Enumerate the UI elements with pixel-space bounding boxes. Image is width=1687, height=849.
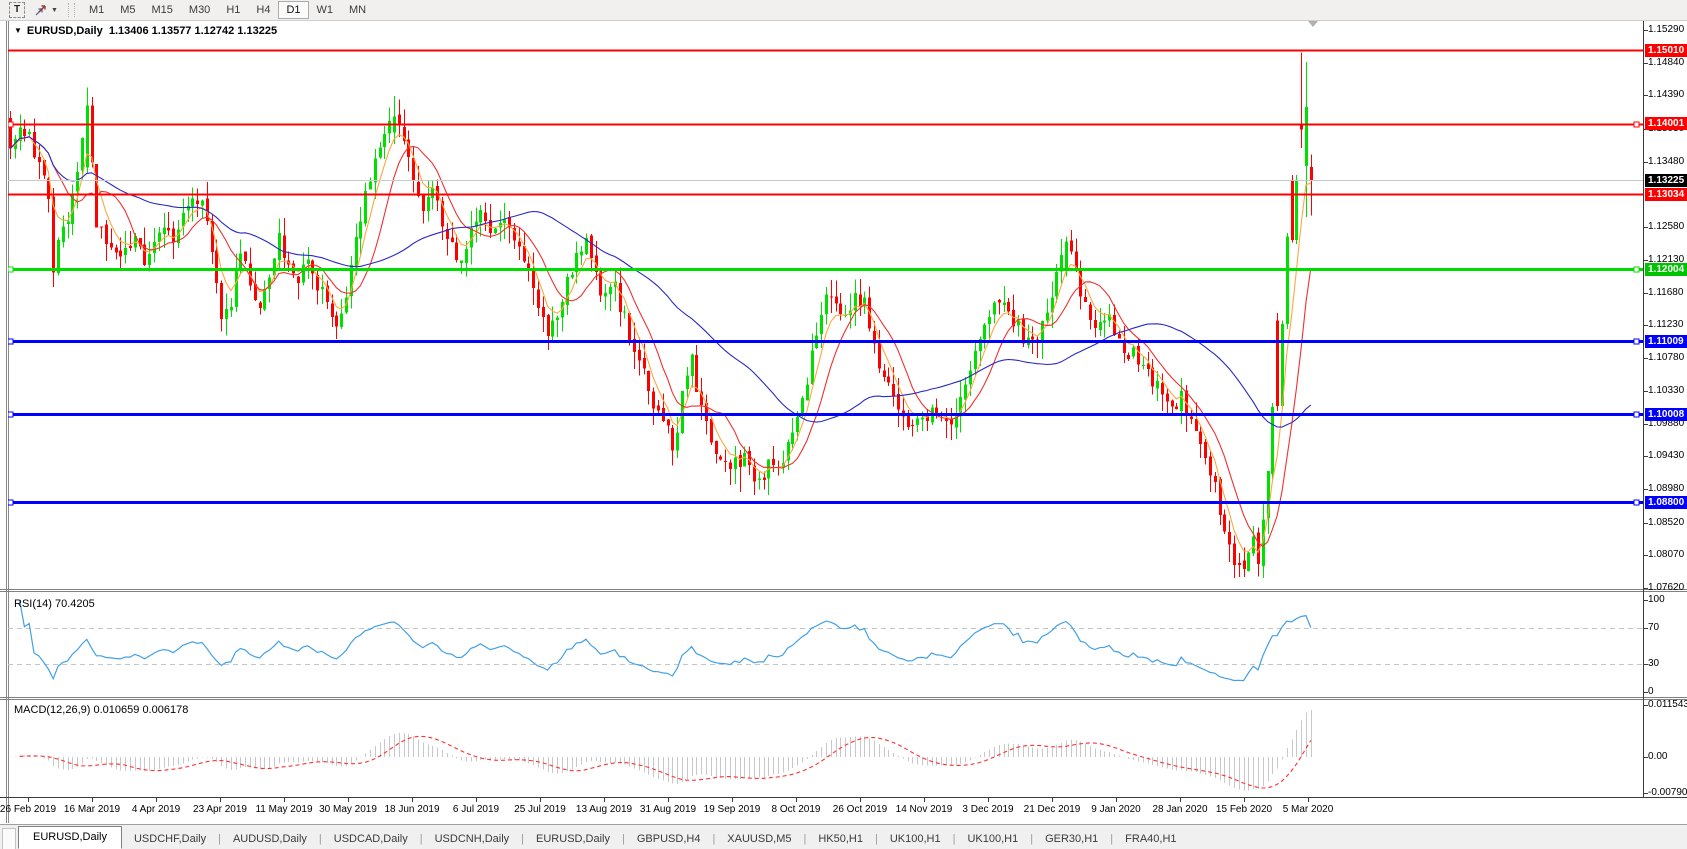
rsi-tick-label: 30 bbox=[1648, 658, 1659, 669]
price-badge-1.10008: 1.10008 bbox=[1645, 408, 1687, 421]
date-label: 30 May 2019 bbox=[319, 804, 377, 815]
timeframe-button-m30[interactable]: M30 bbox=[181, 1, 218, 19]
mt4-window: T ▼ M1M5M15M30H1H4D1W1MN ▼ EURUSD,Daily 1… bbox=[0, 0, 1687, 849]
macd-tick-label: 0.011543 bbox=[1648, 699, 1687, 710]
chart-title: ▼ EURUSD,Daily 1.13406 1.13577 1.12742 1.… bbox=[14, 25, 277, 37]
price-badge-1.14001: 1.14001 bbox=[1645, 117, 1687, 130]
tab-hk50-h1[interactable]: HK50,H1 bbox=[806, 829, 875, 849]
price-tick-label: 1.13480 bbox=[1648, 156, 1684, 167]
tab-eurusd-daily[interactable]: EURUSD,Daily bbox=[18, 826, 122, 849]
date-label: 21 Dec 2019 bbox=[1024, 804, 1081, 815]
rsi-label: RSI(14) 70.4205 bbox=[14, 598, 95, 610]
macd-value-main: 0.010659 bbox=[93, 704, 139, 716]
price-tick-label: 1.08980 bbox=[1648, 483, 1684, 494]
price-tick-label: 1.10780 bbox=[1648, 352, 1684, 363]
price-badge-1.08800: 1.08800 bbox=[1645, 496, 1687, 509]
tab-audusd-daily[interactable]: AUDUSD,Daily bbox=[221, 829, 319, 849]
date-label: 28 Jan 2020 bbox=[1152, 804, 1207, 815]
date-label: 9 Jan 2020 bbox=[1091, 804, 1141, 815]
price-tick-label: 1.08070 bbox=[1648, 549, 1684, 560]
price-badge-1.15010: 1.15010 bbox=[1645, 44, 1687, 57]
date-label: 14 Nov 2019 bbox=[896, 804, 953, 815]
text-tool-button[interactable]: T bbox=[6, 1, 28, 19]
date-label: 31 Aug 2019 bbox=[640, 804, 696, 815]
tab-usdcad-daily[interactable]: USDCAD,Daily bbox=[322, 829, 420, 849]
symbol-tabs: EURUSD,DailyUSDCHF,Daily|AUDUSD,Daily|US… bbox=[18, 828, 1189, 849]
tab-uk100-h1[interactable]: UK100,H1 bbox=[878, 829, 953, 849]
chart-menu-triangle-icon[interactable]: ▼ bbox=[14, 26, 22, 35]
date-label: 15 Feb 2020 bbox=[1216, 804, 1272, 815]
price-tick-label: 1.09430 bbox=[1648, 450, 1684, 461]
tab-fra40-h1[interactable]: FRA40,H1 bbox=[1113, 829, 1188, 849]
date-label: 3 Dec 2019 bbox=[962, 804, 1013, 815]
toolbar: T ▼ M1M5M15M30H1H4D1W1MN bbox=[0, 0, 1687, 21]
price-tick-label: 1.10330 bbox=[1648, 385, 1684, 396]
tab-ger30-h1[interactable]: GER30,H1 bbox=[1033, 829, 1110, 849]
date-label: 4 Apr 2019 bbox=[132, 804, 180, 815]
tab-eurusd-daily[interactable]: EURUSD,Daily bbox=[524, 829, 622, 849]
price-tick-label: 1.08520 bbox=[1648, 517, 1684, 528]
arrows-tool-button[interactable]: ▼ bbox=[30, 1, 61, 19]
date-label: 5 Mar 2020 bbox=[1283, 804, 1334, 815]
date-label: 25 Jul 2019 bbox=[514, 804, 566, 815]
timeframe-button-h1[interactable]: H1 bbox=[218, 1, 248, 19]
tab-xauusd-m5[interactable]: XAUUSD,M5 bbox=[715, 829, 803, 849]
macd-name: MACD(12,26,9) bbox=[14, 704, 90, 716]
timeframe-button-h4[interactable]: H4 bbox=[248, 1, 278, 19]
chart-ohlc-values: 1.13406 1.13577 1.12742 1.13225 bbox=[109, 25, 277, 37]
macd-label: MACD(12,26,9) 0.010659 0.006178 bbox=[14, 704, 188, 716]
price-badge-1.13034: 1.13034 bbox=[1645, 188, 1687, 201]
date-label: 18 Jun 2019 bbox=[384, 804, 439, 815]
tab-gbpusd-h4[interactable]: GBPUSD,H4 bbox=[625, 829, 713, 849]
tab-uk100-h1[interactable]: UK100,H1 bbox=[955, 829, 1030, 849]
date-label: 26 Oct 2019 bbox=[833, 804, 887, 815]
timeframe-button-mn[interactable]: MN bbox=[341, 1, 374, 19]
rsi-name: RSI(14) bbox=[14, 598, 52, 610]
date-label: 23 Apr 2019 bbox=[193, 804, 247, 815]
bid-price-badge: 1.13225 bbox=[1645, 174, 1687, 187]
timeframe-button-m15[interactable]: M15 bbox=[144, 1, 181, 19]
chart-canvas[interactable] bbox=[0, 0, 1687, 849]
price-tick-label: 1.14840 bbox=[1648, 57, 1684, 68]
timeframe-button-m1[interactable]: M1 bbox=[81, 1, 112, 19]
date-label: 8 Oct 2019 bbox=[772, 804, 821, 815]
price-tick-label: 1.15290 bbox=[1648, 24, 1684, 35]
rsi-value: 70.4205 bbox=[55, 598, 95, 610]
date-label: 13 Aug 2019 bbox=[576, 804, 632, 815]
date-label: 11 May 2019 bbox=[255, 804, 312, 815]
date-label: 6 Jul 2019 bbox=[453, 804, 499, 815]
macd-tick-label: 0.00 bbox=[1648, 751, 1667, 762]
rsi-tick-label: 100 bbox=[1648, 594, 1665, 605]
date-label: 16 Mar 2019 bbox=[64, 804, 120, 815]
timeframe-button-w1[interactable]: W1 bbox=[309, 1, 342, 19]
arrows-icon bbox=[33, 3, 48, 18]
tab-usdchf-daily[interactable]: USDCHF,Daily bbox=[122, 829, 218, 849]
timeframe-button-m5[interactable]: M5 bbox=[112, 1, 143, 19]
price-tick-label: 1.14390 bbox=[1648, 89, 1684, 100]
price-tick-label: 1.11230 bbox=[1648, 319, 1683, 330]
date-label: 19 Sep 2019 bbox=[704, 804, 761, 815]
toolbar-separator bbox=[68, 3, 75, 17]
dropdown-caret-icon: ▼ bbox=[51, 7, 58, 14]
chart-symbol: EURUSD,Daily bbox=[27, 25, 103, 37]
tab-usdcnh-daily[interactable]: USDCNH,Daily bbox=[423, 829, 522, 849]
macd-value-signal: 0.006178 bbox=[142, 704, 188, 716]
text-tool-icon: T bbox=[9, 2, 25, 18]
price-tick-label: 1.07620 bbox=[1648, 582, 1684, 593]
price-badge-1.11009: 1.11009 bbox=[1645, 335, 1687, 348]
macd-tick-label: -0.007908 bbox=[1648, 787, 1687, 798]
price-tick-label: 1.11680 bbox=[1648, 287, 1683, 298]
price-badge-1.12004: 1.12004 bbox=[1645, 263, 1687, 276]
tab-scroll-grip[interactable] bbox=[2, 828, 16, 849]
price-tick-label: 1.12580 bbox=[1648, 221, 1684, 232]
rsi-tick-label: 0 bbox=[1648, 686, 1654, 697]
date-label: 26 Feb 2019 bbox=[0, 804, 56, 815]
rsi-tick-label: 70 bbox=[1648, 622, 1659, 633]
timeframe-button-d1[interactable]: D1 bbox=[278, 1, 308, 19]
tab-bar: EURUSD,DailyUSDCHF,Daily|AUDUSD,Daily|US… bbox=[0, 824, 1687, 849]
timeframe-buttons: M1M5M15M30H1H4D1W1MN bbox=[81, 1, 374, 19]
